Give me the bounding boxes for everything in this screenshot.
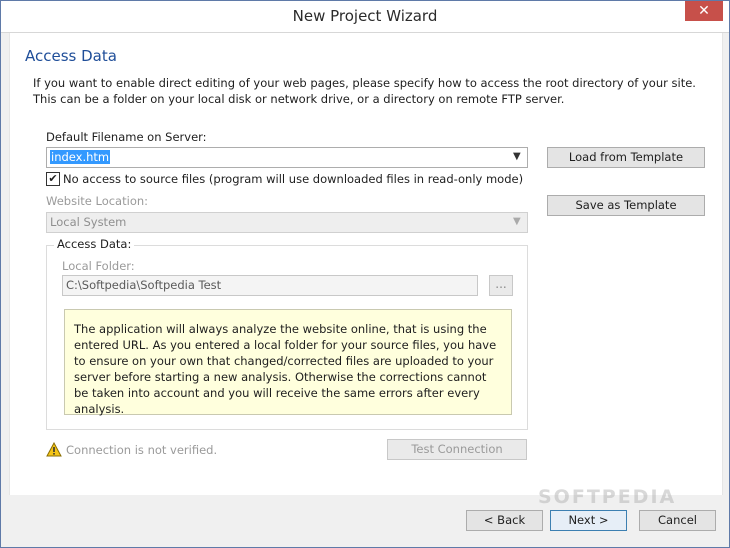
page-heading: Access Data — [25, 47, 117, 65]
title-bar: New Project Wizard ✕ — [1, 1, 729, 33]
wizard-window: New Project Wizard ✕ Access Data If you … — [0, 0, 730, 548]
default-filename-label: Default Filename on Server: — [46, 130, 207, 144]
info-box: The application will always analyze the … — [64, 309, 512, 416]
back-button[interactable]: < Back — [466, 510, 543, 531]
website-location-value: Local System — [50, 215, 127, 229]
no-access-checkbox[interactable]: ✔ — [46, 172, 60, 186]
load-from-template-button[interactable]: Load from Template — [547, 147, 705, 168]
dropdown-arrow-icon[interactable]: ▼ — [513, 216, 523, 228]
wizard-page: Access Data If you want to enable direct… — [9, 33, 723, 495]
save-as-template-button[interactable]: Save as Template — [547, 195, 705, 216]
website-location-combo[interactable]: Local System ▼ — [46, 212, 528, 233]
page-intro: If you want to enable direct editing of … — [33, 76, 696, 106]
close-icon: ✕ — [698, 3, 710, 19]
warning-icon — [46, 441, 62, 460]
close-button[interactable]: ✕ — [685, 1, 723, 21]
website-location-label: Website Location: — [46, 194, 149, 208]
browse-folder-button[interactable]: ... — [489, 275, 513, 296]
local-folder-label: Local Folder: — [62, 259, 135, 273]
test-connection-button[interactable]: Test Connection — [387, 439, 527, 460]
default-filename-value: index.htm — [50, 150, 111, 164]
access-data-group-title: Access Data: — [54, 237, 135, 251]
no-access-label: No access to source files (program will … — [63, 172, 524, 186]
checkmark-icon: ✔ — [48, 172, 58, 185]
local-folder-input[interactable]: C:\Softpedia\Softpedia Test — [62, 275, 478, 296]
dropdown-arrow-icon[interactable]: ▼ — [513, 151, 523, 163]
next-button[interactable]: Next > — [550, 510, 627, 531]
watermark: SOFTPEDIA — [538, 486, 677, 508]
connection-status: Connection is not verified. — [66, 443, 218, 457]
default-filename-combo[interactable]: index.htm ▼ — [46, 147, 528, 168]
cancel-button[interactable]: Cancel — [639, 510, 716, 531]
window-title: New Project Wizard — [292, 7, 438, 25]
